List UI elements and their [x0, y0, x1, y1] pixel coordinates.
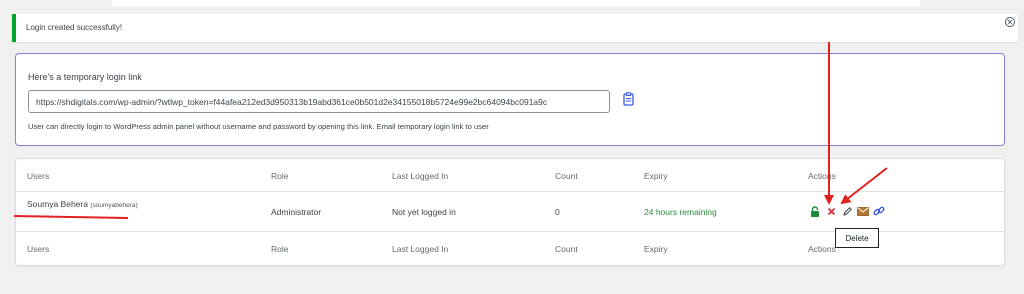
- column-footer-users: Users: [27, 244, 50, 254]
- user-role: Administrator: [271, 207, 322, 217]
- table-header-row: Users Role Last Logged In Count Expiry A…: [16, 159, 1004, 192]
- table-row: Soumya Behera (soumyabehera) Administrat…: [13, 192, 1004, 232]
- column-header-users: Users: [27, 171, 50, 181]
- column-footer-last-logged-in: Last Logged In: [392, 244, 449, 254]
- column-footer-count: Count: [555, 244, 578, 254]
- column-footer-actions: Actions: [808, 244, 836, 254]
- close-icon[interactable]: [1005, 17, 1015, 27]
- delete-tooltip: Delete: [835, 228, 879, 248]
- login-link-field[interactable]: [28, 90, 610, 113]
- column-footer-role: Role: [271, 244, 289, 254]
- column-header-role: Role: [271, 171, 289, 181]
- link-panel-title: Here's a temporary login link: [28, 72, 142, 82]
- user-last-logged-in: Not yet logged in: [392, 207, 456, 217]
- link-icon[interactable]: [873, 205, 885, 217]
- user-expiry: 24 hours remaining: [644, 207, 717, 217]
- user-name-cell: Soumya Behera (soumyabehera): [27, 199, 138, 209]
- temporary-logins-table: Users Role Last Logged In Count Expiry A…: [13, 158, 1005, 266]
- user-login-name: (soumyabehera): [90, 202, 138, 209]
- user-login-count: 0: [555, 207, 560, 217]
- column-header-count: Count: [555, 171, 578, 181]
- link-panel-description: User can directly login to WordPress adm…: [28, 122, 489, 131]
- edit-icon[interactable]: [841, 205, 853, 217]
- column-header-last-logged-in: Last Logged In: [392, 171, 449, 181]
- temporary-login-link-panel: Here's a temporary login link User can d…: [15, 53, 1005, 146]
- email-icon[interactable]: [857, 205, 869, 217]
- notice-message: Login created successfully!: [26, 23, 123, 32]
- success-notice: Login created successfully!: [12, 14, 1018, 42]
- row-actions: [809, 205, 885, 217]
- top-content-strip: [112, 0, 920, 6]
- copy-link-button[interactable]: [620, 91, 636, 111]
- column-header-actions: Actions: [808, 171, 836, 181]
- column-header-expiry: Expiry: [644, 171, 668, 181]
- delete-icon[interactable]: [825, 205, 837, 217]
- lock-icon[interactable]: [809, 205, 821, 217]
- user-display-name: Soumya Behera: [27, 199, 88, 209]
- clipboard-icon: [622, 91, 634, 111]
- column-footer-expiry: Expiry: [644, 244, 668, 254]
